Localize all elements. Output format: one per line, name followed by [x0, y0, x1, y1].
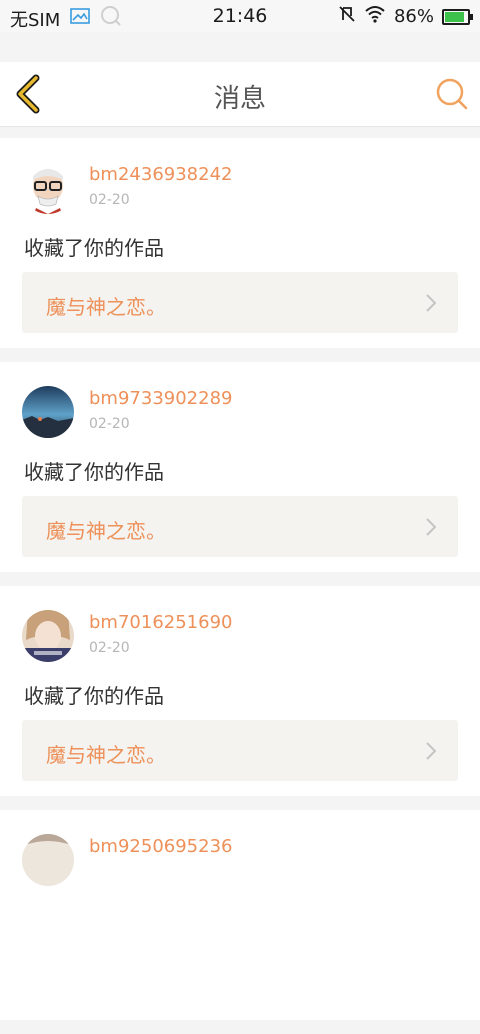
- message-date: 02-20: [89, 416, 130, 432]
- battery-fill: [445, 11, 464, 22]
- mute-icon: [338, 5, 356, 28]
- search-button[interactable]: [434, 76, 470, 112]
- username-link[interactable]: bm2436938242: [89, 164, 232, 185]
- navigation-bar: 消息: [0, 62, 480, 127]
- username-link[interactable]: bm9733902289: [89, 388, 232, 409]
- work-title: 魔与神之恋。: [46, 519, 166, 543]
- work-link[interactable]: 魔与神之恋。: [22, 720, 458, 781]
- avatar[interactable]: [22, 834, 74, 886]
- message-date: 02-20: [89, 192, 130, 208]
- chevron-right-icon: [426, 518, 437, 536]
- status-bar-right: 86%: [330, 5, 473, 28]
- battery-icon: [442, 8, 473, 25]
- search-icon: [436, 78, 468, 110]
- action-text: 收藏了你的作品: [24, 460, 164, 484]
- message-list: bm2436938242 02-20 收藏了你的作品 魔与神之恋。 bm9733…: [0, 138, 480, 1034]
- work-title: 魔与神之恋。: [46, 743, 166, 767]
- avatar[interactable]: [22, 610, 74, 662]
- wifi-icon: [364, 5, 386, 28]
- message-card: bm9733902289 02-20 收藏了你的作品 魔与神之恋。: [0, 362, 480, 572]
- message-date: 02-20: [89, 640, 130, 656]
- message-card: bm7016251690 02-20 收藏了你的作品 魔与神之恋。: [0, 586, 480, 796]
- message-card: bm2436938242 02-20 收藏了你的作品 魔与神之恋。: [0, 138, 480, 348]
- battery-percent: 86%: [393, 6, 434, 27]
- chevron-right-icon: [426, 294, 437, 312]
- username-link[interactable]: bm7016251690: [89, 612, 232, 633]
- chevron-right-icon: [426, 742, 437, 760]
- work-link[interactable]: 魔与神之恋。: [22, 496, 458, 557]
- message-card: bm9250695236: [0, 810, 480, 1020]
- action-text: 收藏了你的作品: [24, 684, 164, 708]
- action-text: 收藏了你的作品: [24, 236, 164, 260]
- avatar[interactable]: [22, 386, 74, 438]
- status-bar: 无SIM 21:46 86%: [0, 0, 480, 32]
- page-title: 消息: [213, 84, 266, 114]
- avatar[interactable]: [22, 162, 74, 214]
- work-link[interactable]: 魔与神之恋。: [22, 272, 458, 333]
- work-title: 魔与神之恋。: [46, 295, 166, 319]
